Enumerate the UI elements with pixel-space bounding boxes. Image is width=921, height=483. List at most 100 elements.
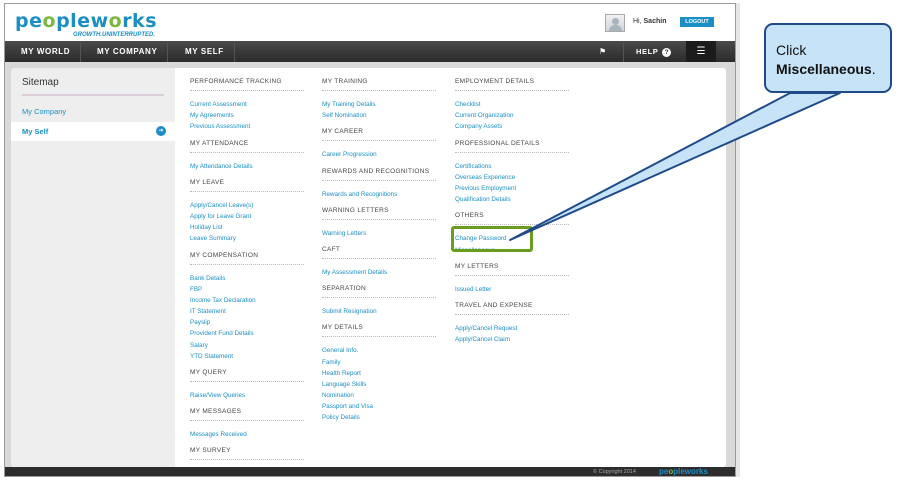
sitemap-column-3: EMPLOYMENT DETAILS Checklist Current Organ… [455,76,575,350]
app-window: peopleworks GROWTH.UNINTERRUPTED. Hi, Sa… [4,3,736,477]
divider [22,94,164,96]
flag-icon[interactable]: ⚑ [599,47,606,56]
section-heading-others: OTHERS [455,212,484,220]
section-divider [455,90,569,91]
section-heading-rewards-and-recognitions: REWARDS AND RECOGNITIONS [322,167,430,175]
sidebar-item-my-self[interactable]: My Self ➜ [11,122,175,141]
link-previous-assessment[interactable]: Previous Assessment [190,121,310,132]
link-ytd-statement[interactable]: YTD Statement [190,351,310,362]
link-nomination[interactable]: Nomination [322,390,442,401]
link-overseas-experience[interactable]: Overseas Experience [455,172,575,183]
link-salary[interactable]: Salary [190,340,310,351]
link-company-assets[interactable]: Company Assets [455,121,575,132]
link-provident-fund-details[interactable]: Provident Fund Details [190,328,310,339]
section-heading-travel-and-expense: TRAVEL AND EXPENSE [455,301,533,309]
help-button[interactable]: HELP? [623,41,672,62]
sidebar-item-label: My Self [22,127,49,136]
highlight-box [451,226,533,252]
sitemap-title: Sitemap [22,77,59,88]
section-heading-my-leave: MY LEAVE [190,178,225,186]
section-divider [190,263,304,265]
nav-my-company[interactable]: MY COMPANY [87,41,169,62]
link-family[interactable]: Family [322,357,442,368]
link-holiday-list[interactable]: Holiday List [190,222,310,233]
section-divider [322,90,436,91]
section-heading-my-letters: MY LETTERS [455,262,499,270]
link-passport-and-visa[interactable]: Passport and Visa [322,401,442,412]
link-warning-letters[interactable]: Warning Letters [322,228,442,239]
link-bank-details[interactable]: Bank Details [190,273,310,284]
section-divider [190,459,304,461]
section-divider [190,420,304,422]
section-divider [190,151,304,153]
section-heading-separation: SEPARATION [322,285,366,293]
link-language-skills[interactable]: Language Skills [322,379,442,390]
arrow-right-icon: ➜ [156,126,166,136]
instruction-callout: Click Miscellaneous. [764,23,892,93]
link-it-statement[interactable]: IT Statement [190,306,310,317]
section-heading-professional-details: PROFESSIONAL DETAILS [455,139,540,147]
link-fbp[interactable]: FBP [190,284,310,295]
link-rewards-and-recognitions[interactable]: Rewards and Recognitions [322,189,442,200]
section-divider [322,257,436,259]
section-heading-my-career: MY CAREER [322,128,364,136]
section-heading-my-messages: MY MESSAGES [190,408,242,416]
link-current-organization[interactable]: Current Organization [455,110,575,121]
callout-text: Click Miscellaneous. [776,42,876,77]
link-payslip[interactable]: Payslip [190,317,310,328]
section-heading-my-compensation: MY COMPENSATION [190,251,259,259]
section-heading-my-attendance: MY ATTENDANCE [190,139,249,147]
section-divider [455,313,569,315]
link-messages-received[interactable]: Messages Received [190,429,310,440]
section-heading-warning-letters: WARNING LETTERS [322,206,389,214]
sidebar-item-my-company[interactable]: My Company [22,107,66,116]
section-divider [322,179,436,181]
link-leave-summary[interactable]: Leave Summary [190,233,310,244]
section-heading-caft: CAFT [322,245,341,253]
link-apply-for-leave-grant[interactable]: Apply for Leave Grant [190,211,310,222]
link-issued-letter[interactable]: Issued Letter [455,284,575,295]
sitemap-column-1: PERFORMANCE TRACKING Current Assessment My… [190,76,310,476]
section-divider [455,274,569,276]
section-divider [190,381,304,382]
link-general-info[interactable]: General Info. [322,345,442,356]
link-submit-resignation[interactable]: Submit Resignation [322,306,442,317]
link-health-report[interactable]: Health Report [322,368,442,379]
link-raise-view-queries[interactable]: Raise/View Queries [190,390,310,401]
link-checklist[interactable]: Checklist [455,99,575,110]
user-greeting: Hi, Sachin [633,18,667,25]
peopleworks-logo[interactable]: peopleworks GROWTH.UNINTERRUPTED. [15,10,157,38]
sitemap-column-2: MY TRAINING My Training Details Self Nomin… [322,76,442,429]
menu-icon[interactable]: ☰ [686,41,716,62]
link-policy-details[interactable]: Policy Details [322,412,442,423]
link-my-attendance-details[interactable]: My Attendance Details [190,161,310,172]
section-heading-performance-tracking: PERFORMANCE TRACKING [190,78,282,85]
logo-tagline: GROWTH.UNINTERRUPTED. [73,32,155,38]
section-heading-my-details: MY DETAILS [322,324,364,332]
link-career-progression[interactable]: Career Progression [322,149,442,160]
link-my-training-details[interactable]: My Training Details [322,99,442,110]
link-qualification-details[interactable]: Qualification Details [455,194,575,205]
nav-my-world[interactable]: MY WORLD [11,41,82,62]
section-heading-my-training: MY TRAINING [322,78,368,85]
logout-button[interactable]: LOGOUT [680,17,714,27]
window-edge [736,3,740,477]
link-certifications[interactable]: Certifications [455,161,575,172]
copyright-text: © Copyright 2014 [593,469,636,475]
link-current-assessment[interactable]: Current Assessment [190,99,310,110]
nav-my-self[interactable]: MY SELF [175,41,235,62]
link-my-assessment-details[interactable]: My Assessment Details [322,267,442,278]
link-apply-cancel-request[interactable]: Apply/Cancel Request [455,323,575,334]
section-divider [322,336,436,338]
section-heading-employment-details: EMPLOYMENT DETAILS [455,78,535,85]
user-avatar[interactable] [605,14,625,32]
link-self-nomination[interactable]: Self Nomination [322,110,442,121]
link-my-agreements[interactable]: My Agreements [190,110,310,121]
section-divider [190,190,304,192]
section-divider [322,297,436,299]
link-apply-cancel-leave-s[interactable]: Apply/Cancel Leave(s) [190,200,310,211]
link-previous-employment[interactable]: Previous Employment [455,183,575,194]
section-divider [190,90,304,91]
link-apply-cancel-claim[interactable]: Apply/Cancel Claim [455,334,575,345]
link-income-tax-declaration[interactable]: Income Tax Declaration [190,295,310,306]
